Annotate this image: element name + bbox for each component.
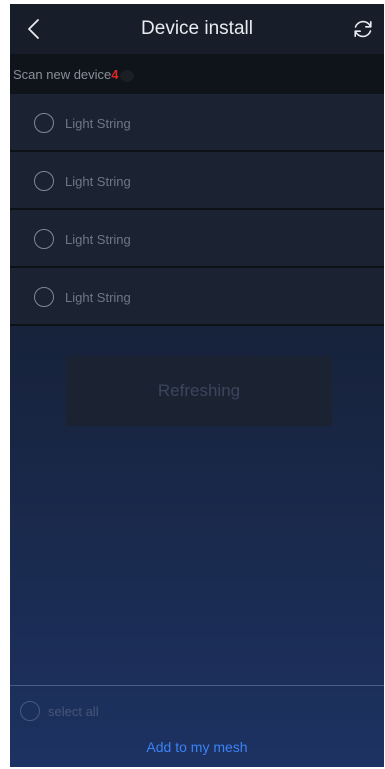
scan-count: 4 <box>111 67 119 82</box>
refresh-icon <box>354 20 372 38</box>
select-all-radio[interactable] <box>20 701 40 721</box>
add-to-mesh-button[interactable]: Add to my mesh <box>10 739 384 755</box>
page-title: Device install <box>141 18 253 39</box>
device-row[interactable]: Light String <box>10 210 384 268</box>
refreshing-overlay: Refreshing <box>66 356 332 426</box>
scan-label-text: Scan new device <box>13 67 112 82</box>
device-install-screen: Device install Scan new device4 Light St… <box>10 4 384 767</box>
device-radio[interactable] <box>34 229 54 249</box>
device-row[interactable]: Light String <box>10 152 384 210</box>
device-row[interactable]: Light String <box>10 268 384 326</box>
bottom-action-bar: select all Add to my mesh <box>10 685 384 767</box>
device-radio[interactable] <box>34 113 54 133</box>
scanning-indicator-icon <box>119 69 134 82</box>
select-all-label: select all <box>48 704 99 719</box>
device-row[interactable]: Light String <box>10 94 384 152</box>
device-name: Light String <box>65 116 131 131</box>
scan-label: Scan new device4 <box>13 67 134 82</box>
device-name: Light String <box>65 290 131 305</box>
refresh-button[interactable] <box>350 16 376 42</box>
app-header: Device install <box>10 4 384 54</box>
device-list: Light String Light String Light String L… <box>10 94 384 326</box>
device-name: Light String <box>65 174 131 189</box>
device-radio[interactable] <box>34 171 54 191</box>
scan-status-bar: Scan new device4 <box>10 54 384 94</box>
device-name: Light String <box>65 232 131 247</box>
refreshing-text: Refreshing <box>157 381 241 400</box>
device-radio[interactable] <box>34 287 54 307</box>
